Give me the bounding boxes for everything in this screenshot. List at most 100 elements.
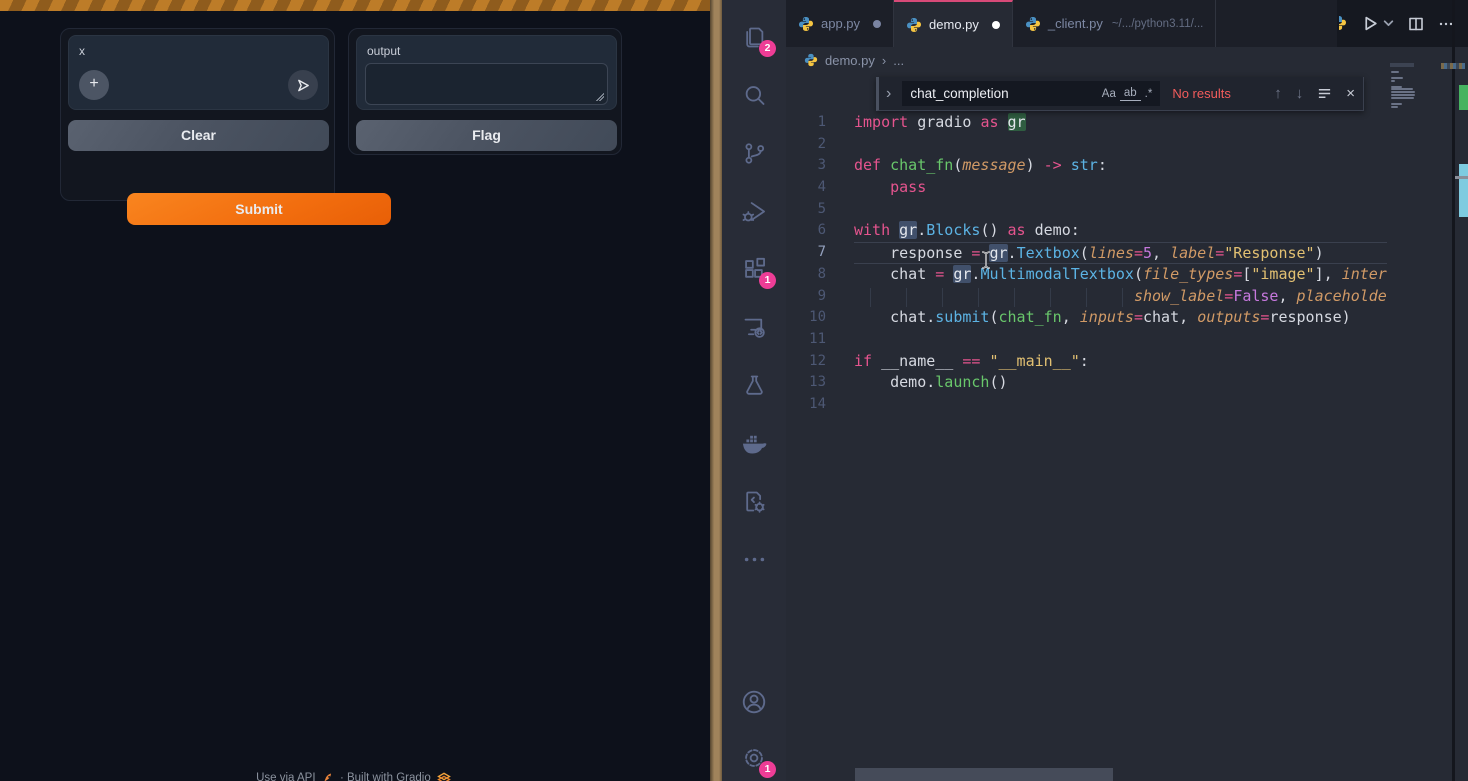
code-line[interactable]: 12if __name__ == "__main__": (786, 351, 1387, 373)
input-label: x (79, 44, 318, 58)
activity-bar-bottom: 1 (722, 687, 786, 773)
code-lines: 1import gradio as gr23def chat_fn(messag… (786, 112, 1387, 416)
chevron-down-icon (1383, 18, 1394, 29)
account-icon[interactable] (739, 687, 769, 717)
resize-handle[interactable] (595, 92, 604, 101)
whole-word-toggle[interactable]: ab (1120, 86, 1141, 101)
search-icon[interactable] (739, 80, 769, 110)
find-in-selection-icon[interactable] (1317, 86, 1332, 101)
more-views-icon[interactable] (739, 544, 769, 574)
code-line[interactable]: 8 chat = gr.MultimodalTextbox(file_types… (786, 264, 1387, 286)
docker-icon[interactable] (739, 428, 769, 458)
minimap[interactable] (1388, 47, 1452, 781)
screenshot-root: x + Clear Submit output Flag Use vi (0, 0, 1468, 781)
python-icon (1339, 15, 1347, 31)
mouse-text-cursor (979, 250, 993, 270)
run-and-debug-icon[interactable] (739, 196, 769, 226)
code-line[interactable]: 10 chat.submit(chat_fn, inputs=chat, out… (786, 307, 1387, 329)
find-next-button[interactable]: ↓ (1296, 85, 1304, 102)
second-editor-sliver (1455, 0, 1468, 781)
attach-file-button[interactable]: + (79, 70, 109, 100)
explorer-icon[interactable]: 2 (739, 22, 769, 52)
breadcrumb-more[interactable]: ... (893, 53, 904, 68)
play-icon (1362, 15, 1379, 32)
editor-group: app.py demo.py _client.py (786, 0, 1468, 781)
code-line[interactable]: 14 (786, 394, 1387, 416)
gradio-app-pane: x + Clear Submit output Flag Use vi (0, 0, 710, 781)
match-case-toggle[interactable]: Aa (1098, 87, 1120, 101)
gradio-footer: Use via API · Built with Gradio (0, 772, 710, 781)
toggle-replace-chevron[interactable]: › (883, 85, 894, 103)
loading-stripe (0, 0, 710, 11)
tab-app-py[interactable]: app.py (786, 0, 894, 47)
minimap-slider-line (1455, 176, 1468, 179)
code-line[interactable]: 6with gr.Blocks() as demo: (786, 220, 1387, 242)
extensions-icon[interactable]: 1 (739, 254, 769, 284)
regex-toggle[interactable]: .* (1141, 87, 1157, 101)
find-query[interactable]: chat_completion (910, 86, 1097, 101)
minimap-green-mark (1459, 85, 1468, 110)
output-panel: output (356, 35, 617, 110)
editor-actions (1337, 0, 1468, 47)
code-line[interactable]: 3def chat_fn(message) -> str: (786, 155, 1387, 177)
code-line[interactable]: 4 pass (786, 177, 1387, 199)
find-previous-button[interactable]: ↑ (1274, 85, 1282, 102)
output-textarea[interactable] (365, 63, 608, 105)
settings-badge: 1 (759, 761, 776, 778)
extensions-badge: 1 (759, 272, 776, 289)
testing-icon[interactable] (739, 370, 769, 400)
tab-label: demo.py (929, 17, 979, 32)
code-editor[interactable]: 1import gradio as gr23def chat_fn(messag… (786, 72, 1387, 762)
tab-client-py[interactable]: _client.py ~/.../python3.11/... (1013, 0, 1216, 47)
vscode-window: 2 (722, 0, 1468, 781)
split-editor-button[interactable] (1408, 16, 1424, 32)
python-icon (906, 17, 922, 33)
breadcrumb-file[interactable]: demo.py (825, 53, 875, 68)
close-find-icon[interactable]: × (1346, 85, 1355, 102)
python-icon (1025, 16, 1041, 32)
modified-dot[interactable] (992, 21, 1000, 29)
clear-button[interactable]: Clear (68, 120, 329, 151)
run-python-file-button[interactable] (1362, 15, 1394, 32)
modified-dot[interactable] (873, 20, 881, 28)
source-control-icon[interactable] (739, 138, 769, 168)
built-with-gradio-link[interactable]: Built with Gradio (347, 772, 431, 781)
tab-demo-py[interactable]: demo.py (894, 0, 1013, 47)
tab-description: ~/.../python3.11/... (1112, 18, 1204, 30)
find-input[interactable]: chat_completion Aa ab .* (902, 81, 1160, 106)
desktop-divider-strip (710, 0, 722, 781)
activity-bar: 2 (722, 0, 786, 781)
gradio-logo-icon (437, 772, 451, 781)
multimodal-textbox[interactable]: x + (68, 35, 329, 110)
rocket-icon (322, 772, 334, 781)
tab-label: _client.py (1048, 16, 1103, 31)
code-line[interactable]: 5 (786, 199, 1387, 221)
code-line[interactable]: 9 show_label=False, placeholder= (786, 286, 1387, 308)
settings-gear-icon[interactable]: 1 (739, 743, 769, 773)
breadcrumb[interactable]: demo.py › ... (786, 47, 1468, 73)
next-group-tab-sliver[interactable] (1339, 15, 1348, 33)
python-icon (798, 16, 814, 32)
second-editor-tabbar-sliver (1455, 0, 1468, 47)
code-runner-icon[interactable] (739, 486, 769, 516)
tab-label: app.py (821, 16, 860, 31)
code-line[interactable]: 13 demo.launch() (786, 372, 1387, 394)
footer-separator: · (340, 772, 344, 781)
split-editor-icon (1408, 16, 1424, 32)
submit-button[interactable]: Submit (127, 193, 391, 225)
output-group: output Flag (348, 28, 622, 155)
code-line[interactable]: 11 (786, 329, 1387, 351)
code-line[interactable]: 2 (786, 134, 1387, 156)
second-minimap-specks (1441, 63, 1465, 69)
flag-button[interactable]: Flag (356, 120, 617, 151)
minimap-cyan-mark (1459, 164, 1468, 217)
remote-explorer-icon[interactable] (739, 312, 769, 342)
horizontal-scrollbar[interactable] (855, 768, 1113, 781)
breadcrumb-separator: › (882, 53, 886, 68)
code-line[interactable]: 1import gradio as gr (786, 112, 1387, 134)
find-status: No results (1172, 86, 1231, 101)
use-via-api-link[interactable]: Use via API (256, 772, 315, 781)
input-group: x + Clear Submit (60, 28, 335, 201)
code-line[interactable]: 7 response = gr.Textbox(lines=5, label="… (786, 242, 1387, 264)
send-button[interactable] (288, 70, 318, 100)
